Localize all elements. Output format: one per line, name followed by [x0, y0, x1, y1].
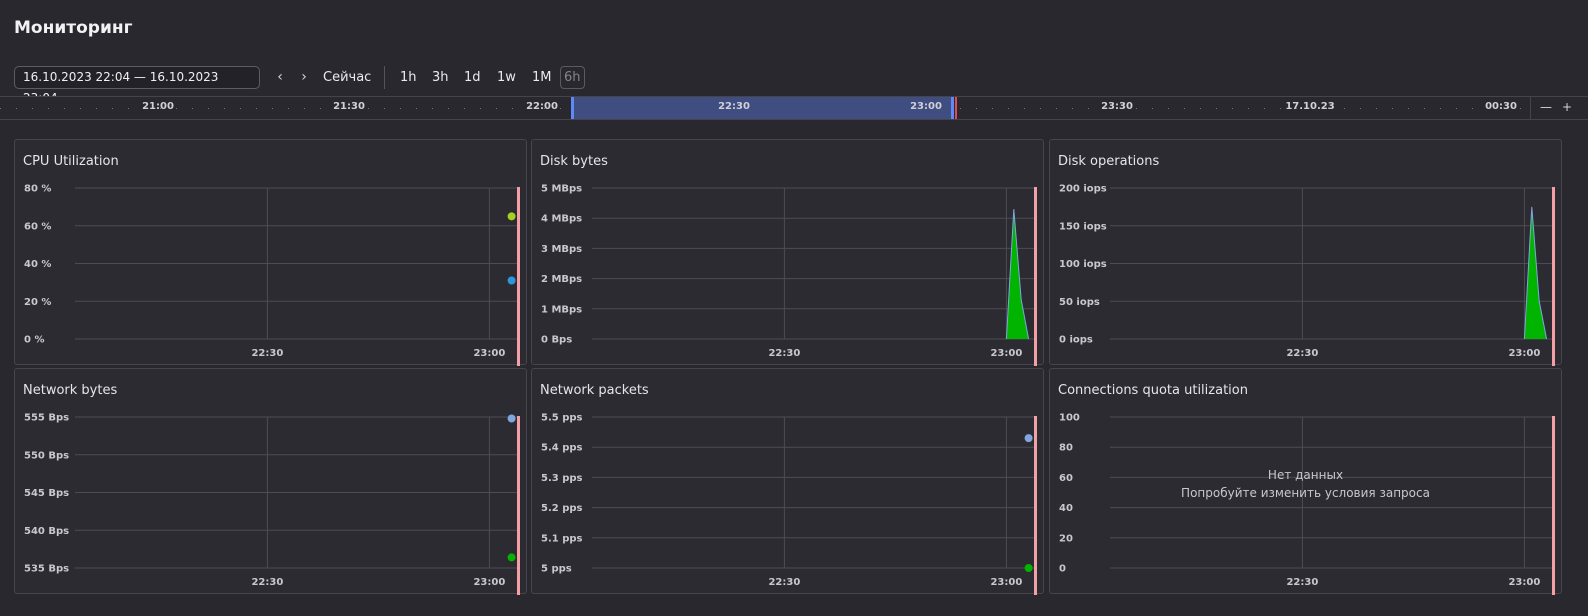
y-tick-label: 150 iops [1059, 221, 1107, 232]
y-tick-label: 5 MBps [541, 184, 582, 195]
y-tick-label: 550 Bps [24, 450, 69, 461]
x-tick-label: 22:30 [1286, 577, 1318, 588]
x-tick-label: 22:30 [251, 577, 283, 588]
now-line [1034, 187, 1037, 366]
no-data-title: Нет данных [1267, 468, 1344, 482]
panel-disk-operations: Disk operations 200 iops 150 iops 100 iops… [1049, 139, 1562, 366]
y-tick-label: 5 pps [541, 564, 572, 575]
period-1h-button[interactable]: 1h [400, 66, 417, 89]
y-tick-label: 80 % [24, 184, 51, 195]
data-point [1024, 564, 1033, 572]
period-1w-button[interactable]: 1w [497, 66, 516, 89]
y-tick-label: 100 iops [1059, 259, 1107, 270]
timeline-label: 17.10.23 [1285, 101, 1335, 112]
y-tick-label: 5.4 pps [541, 443, 583, 454]
y-tick-label: 40 % [24, 259, 51, 270]
y-tick-label: 5.2 pps [541, 503, 583, 514]
y-tick-label: 40 [1059, 503, 1073, 514]
y-tick-label: 3 MBps [541, 244, 582, 255]
y-tick-label: 80 [1059, 443, 1073, 454]
y-tick-label: 50 iops [1059, 297, 1100, 308]
x-tick-label: 22:30 [768, 348, 800, 359]
date-range-input[interactable]: 16.10.2023 22:04 — 16.10.2023 23:04 [14, 66, 260, 105]
now-button[interactable]: Сейчас [323, 66, 371, 89]
y-tick-label: 0 Bps [541, 335, 572, 346]
timeline-label: 21:00 [142, 101, 174, 112]
x-tick-label: 23:00 [990, 577, 1022, 588]
period-1M-button[interactable]: 1M [532, 66, 552, 89]
chart-network-bytes: 555 Bps 550 Bps 545 Bps 540 Bps 535 Bps 22:30… [24, 413, 520, 595]
x-tick-label: 23:00 [473, 348, 505, 359]
y-tick-label: 60 % [24, 221, 51, 232]
y-tick-label: 0 iops [1059, 335, 1093, 346]
panel-cpu-utilization: CPU Utilization 80 % 60 % 40 % 20 % 0 % 22:30… [14, 139, 527, 366]
zoom-out-icon[interactable]: — [1540, 100, 1552, 114]
toolbar-divider [384, 66, 385, 89]
now-line [1552, 187, 1555, 366]
chart-connections-quota: 10080604020022:30 23:00 [1059, 413, 1555, 595]
no-data-hint: Попробуйте изменить условия запроса [1181, 486, 1430, 500]
period-1d-button[interactable]: 1d [464, 66, 481, 89]
y-tick-label: 545 Bps [24, 488, 69, 499]
chevron-right-icon[interactable]: › [296, 66, 312, 89]
y-tick-label: 2 MBps [541, 274, 582, 285]
y-tick-label: 5.1 pps [541, 533, 583, 544]
y-tick-label: 100 [1059, 413, 1080, 424]
data-point [1024, 434, 1033, 443]
x-tick-label: 22:30 [1286, 348, 1318, 359]
now-line [1034, 416, 1037, 595]
timeline-label: 23:30 [1101, 101, 1133, 112]
chevron-left-icon[interactable]: ‹ [272, 66, 288, 89]
data-point [507, 276, 516, 285]
timeline-label: 23:00 [910, 101, 942, 112]
timeline-label: 22:00 [526, 101, 558, 112]
now-line [517, 416, 520, 595]
timeline-separator [1530, 97, 1531, 119]
now-line [1552, 416, 1555, 595]
timeline-label: 22:30 [718, 101, 750, 112]
y-tick-label: 4 MBps [541, 214, 582, 225]
panel-network-packets: Network packets 5.5 pps 5.4 pps 5.3 pps 5.2… [531, 368, 1044, 595]
zoom-in-icon[interactable]: + [1562, 100, 1572, 114]
y-tick-label: 20 % [24, 297, 51, 308]
y-tick-label: 5.3 pps [541, 473, 583, 484]
x-tick-label: 23:00 [1508, 577, 1540, 588]
data-point [507, 414, 516, 423]
y-tick-label: 200 iops [1059, 184, 1107, 195]
data-point [507, 553, 516, 562]
panel-disk-bytes: Disk bytes 5 MBps 4 MBps 3 MBps 2 MBps 1 MBp… [531, 139, 1044, 366]
chart-cpu-utilization: 80 % 60 % 40 % 20 % 0 % 22:30 23:00 [24, 184, 520, 366]
y-tick-label: 555 Bps [24, 413, 69, 424]
y-tick-label: 0 % [24, 335, 44, 346]
timeline-selection[interactable] [571, 97, 954, 119]
period-6h-button[interactable]: 6h [560, 66, 585, 89]
x-tick-label: 22:30 [768, 577, 800, 588]
y-tick-label: 535 Bps [24, 564, 69, 575]
timeline[interactable]: 21:00 21:30 22:00 22:30 23:00 23:30 17.1… [0, 96, 1588, 120]
y-tick-label: 1 MBps [541, 304, 582, 315]
chart-network-packets: 5.5 pps 5.4 pps 5.3 pps 5.2 pps 5.1 pps 5 pps… [541, 413, 1037, 595]
panel-connections-quota: Connections quota utilization 100 80 60 40 2… [1049, 368, 1562, 595]
x-tick-label: 22:30 [251, 348, 283, 359]
page-title: Мониторинг [14, 18, 133, 38]
timeline-label: 21:30 [333, 101, 365, 112]
timeline-label: 00:30 [1485, 101, 1517, 112]
y-tick-label: 0 [1059, 564, 1066, 575]
x-tick-label: 23:00 [1508, 348, 1540, 359]
now-line [517, 187, 520, 366]
panel-network-bytes: Network bytes 555 Bps 550 Bps 545 Bps 540 B… [14, 368, 527, 595]
period-3h-button[interactable]: 3h [432, 66, 449, 89]
chart-disk-operations: 200 iops 150 iops 100 iops 50 iops 0 iops 22:… [1059, 184, 1555, 366]
x-tick-label: 23:00 [990, 348, 1022, 359]
data-point [507, 212, 516, 221]
y-tick-label: 20 [1059, 533, 1073, 544]
x-tick-label: 23:00 [473, 577, 505, 588]
chart-disk-bytes: 5 MBps 4 MBps 3 MBps 2 MBps 1 MBps 0 Bps 22:30… [541, 184, 1037, 366]
timeline-now-marker [955, 97, 957, 119]
y-tick-label: 5.5 pps [541, 413, 583, 424]
y-tick-label: 540 Bps [24, 526, 69, 537]
